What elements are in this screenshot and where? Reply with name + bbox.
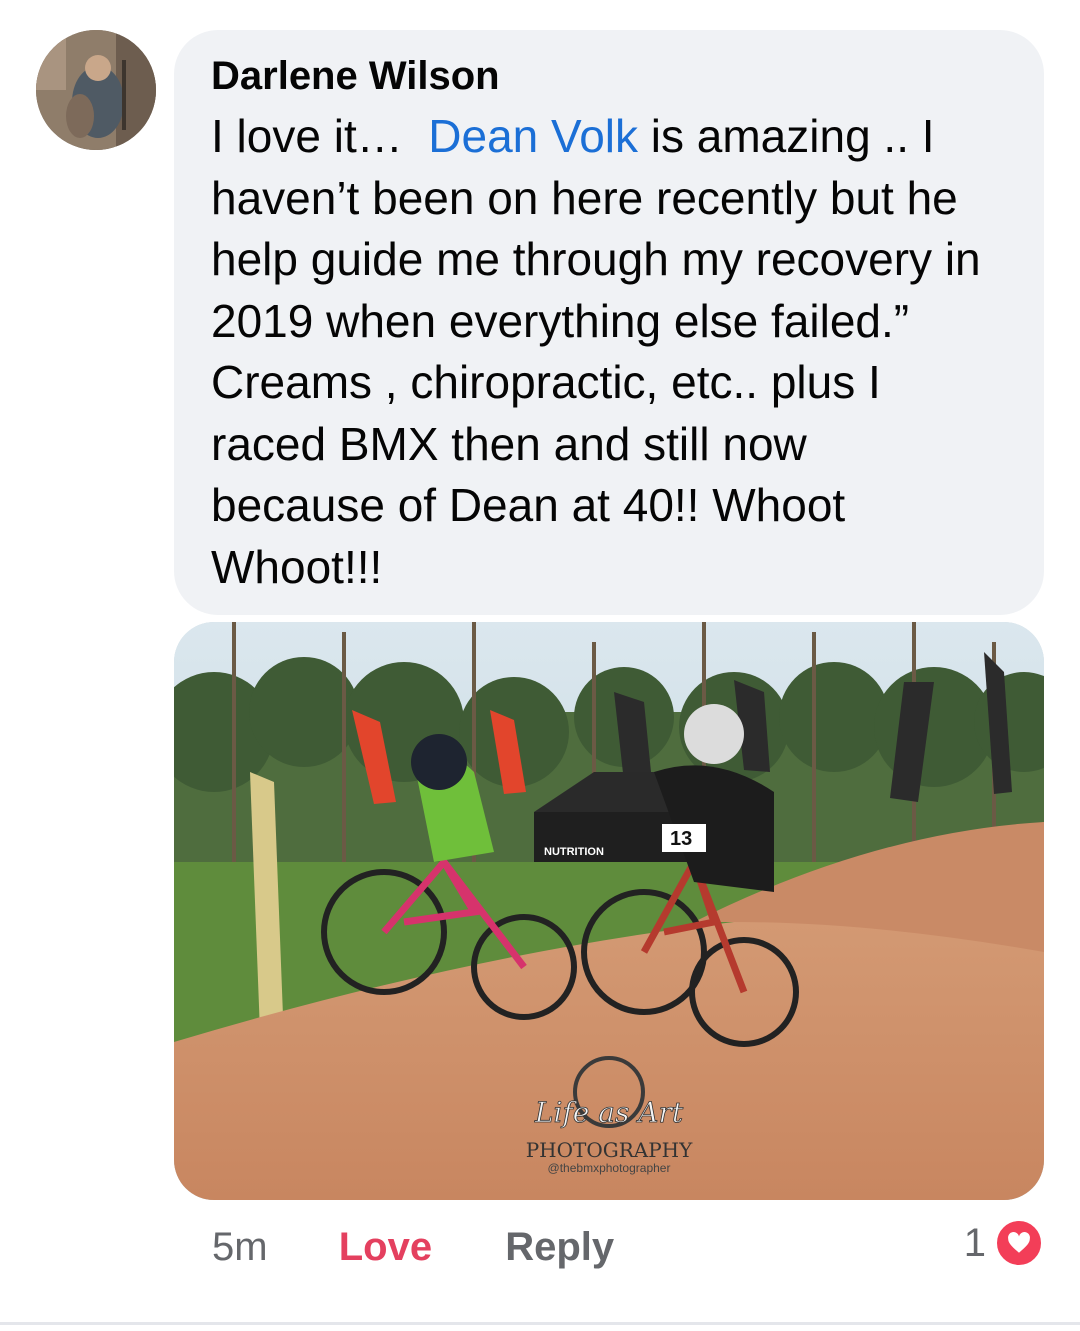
comment-timestamp[interactable]: 5m [212, 1222, 268, 1272]
bottom-divider [0, 1322, 1080, 1325]
comment-actions: 5m Love Reply [212, 1222, 614, 1272]
comment-text-part: is amazing .. I haven’t been on here rec… [211, 110, 981, 593]
watermark-script: Life as Art [534, 1096, 684, 1129]
bmx-race-photo: NUTRITION 13 Life as Art PHOTOGRAPHY @th… [174, 622, 1044, 1200]
comment-author-name[interactable]: Darlene Wilson [211, 52, 1014, 100]
author-avatar[interactable] [36, 30, 156, 150]
comment-text-part: I love it… [211, 110, 429, 162]
number-plate: 13 [670, 828, 692, 850]
reply-button[interactable]: Reply [505, 1222, 614, 1272]
watermark-handle: @thebmxphotographer [548, 1161, 671, 1175]
comment-bubble: Darlene Wilson I love it… Dean Volk is a… [174, 30, 1044, 615]
banner-text: NUTRITION [544, 846, 604, 858]
comment-body: I love it… Dean Volk is amazing .. I hav… [211, 106, 1014, 598]
attached-photo[interactable]: NUTRITION 13 Life as Art PHOTOGRAPHY @th… [174, 622, 1044, 1200]
mention-link[interactable]: Dean Volk [428, 110, 638, 162]
reaction-summary[interactable]: 1 [964, 1218, 1044, 1268]
watermark-title: PHOTOGRAPHY [526, 1138, 693, 1162]
love-reaction-button[interactable]: Love [339, 1222, 432, 1272]
heart-icon [994, 1218, 1044, 1268]
avatar-photo [36, 30, 156, 150]
reaction-count: 1 [963, 1220, 986, 1265]
